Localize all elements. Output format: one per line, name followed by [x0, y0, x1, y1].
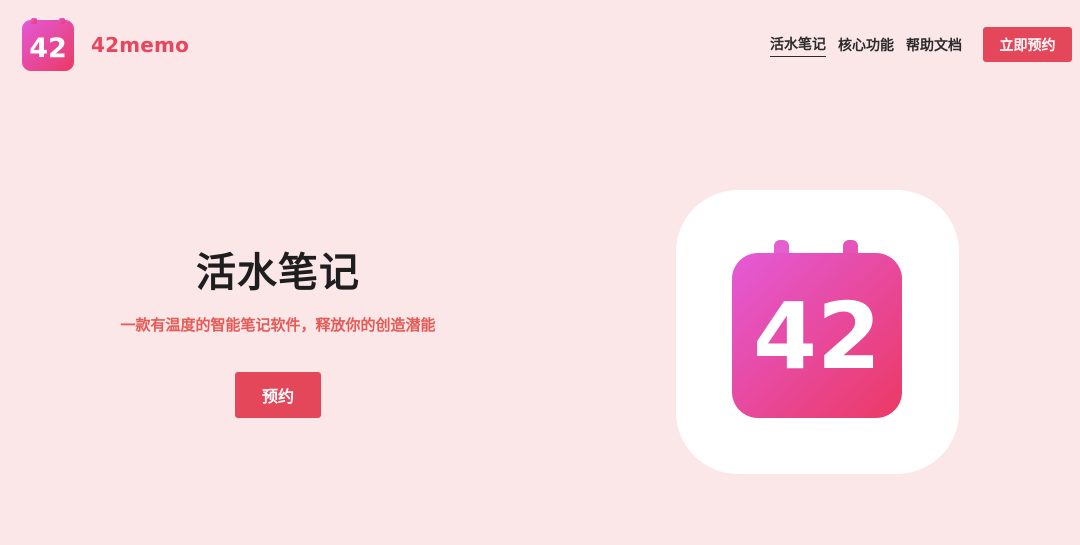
nav-item-home[interactable]: 活水笔记 — [770, 34, 826, 57]
calendar-42-icon: 42 — [22, 18, 74, 71]
nav-menu: 活水笔记 核心功能 帮助文档 — [770, 34, 962, 57]
brand-home-link[interactable]: 42 42memo — [22, 18, 189, 71]
nav-item-features[interactable]: 核心功能 — [838, 35, 894, 57]
calendar-42-icon: 42 — [732, 240, 902, 418]
book-now-button[interactable]: 立即预约 — [983, 27, 1072, 62]
hero-title: 活水笔记 — [196, 250, 360, 296]
top-navbar: 42 42memo 活水笔记 核心功能 帮助文档 立即预约 — [0, 0, 1080, 90]
nav-item-docs[interactable]: 帮助文档 — [906, 35, 962, 57]
hero-app-icon-card: 42 — [676, 190, 959, 474]
hero-icon-number: 42 — [753, 283, 881, 390]
brand-name: 42memo — [91, 32, 190, 57]
hero-reserve-button[interactable]: 预约 — [235, 372, 321, 418]
brand-logo-number: 42 — [29, 33, 67, 64]
hero-subtitle: 一款有温度的智能笔记软件，释放你的创造潜能 — [120, 316, 436, 334]
